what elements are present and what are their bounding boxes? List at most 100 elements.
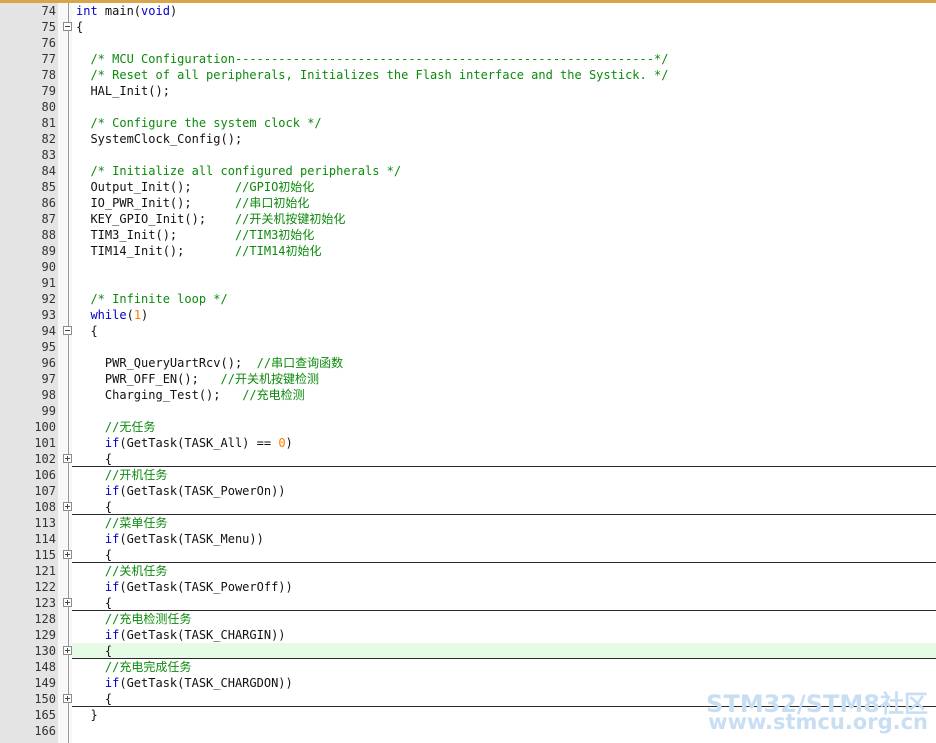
code-line[interactable]: 128 //充电检测任务 [0, 611, 936, 627]
code-line[interactable]: 82 SystemClock_Config(); [0, 131, 936, 147]
code-comment: //TIM3初始化 [234, 228, 315, 242]
code-token: ( [126, 308, 134, 322]
code-line[interactable]: 148 //充电完成任务 [0, 659, 936, 675]
code-line[interactable]: 113 //菜单任务 [0, 515, 936, 531]
code-line[interactable]: 121 //关机任务 [0, 563, 936, 579]
code-line[interactable]: 76 [0, 35, 936, 51]
code-line[interactable]: 100 //无任务 [0, 419, 936, 435]
code-line[interactable]: 86 IO_PWR_Init(); //串口初始化 [0, 195, 936, 211]
code-keyword: if [104, 628, 120, 642]
code-line[interactable]: 96 PWR_QueryUartRcv(); //串口查询函数 [0, 355, 936, 371]
code-line[interactable]: 88 TIM3_Init(); //TIM3初始化 [0, 227, 936, 243]
code-line[interactable]: 85 Output_Init(); //GPIO初始化 [0, 179, 936, 195]
code-text: SystemClock_Config(); [76, 131, 242, 147]
fold-expand-icon[interactable] [63, 454, 72, 463]
line-number: 99 [41, 404, 56, 418]
code-keyword: if [104, 436, 120, 450]
code-line[interactable]: 84 /* Initialize all configured peripher… [0, 163, 936, 179]
fold-expand-icon[interactable] [63, 550, 72, 559]
line-number: 75 [41, 20, 56, 34]
fold-collapse-icon[interactable] [63, 22, 72, 31]
code-token: main( [97, 4, 142, 18]
code-comment: //串口初始化 [234, 196, 310, 210]
code-line[interactable]: 89 TIM14_Init(); //TIM14初始化 [0, 243, 936, 259]
fold-collapse-icon[interactable] [63, 326, 72, 335]
code-keyword: while [90, 308, 127, 322]
code-line[interactable]: 99 [0, 403, 936, 419]
code-keyword: if [104, 580, 120, 594]
code-line[interactable]: 102 { [0, 451, 936, 467]
code-line[interactable]: 79 HAL_Init(); [0, 83, 936, 99]
code-text: { [76, 691, 112, 707]
code-line[interactable]: 107 if(GetTask(TASK_PowerOn)) [0, 483, 936, 499]
code-line[interactable]: 115 { [0, 547, 936, 563]
code-comment: //开关机按键初始化 [234, 212, 346, 226]
code-text: { [76, 323, 97, 339]
code-token: { [104, 692, 113, 706]
code-text: int main(void) [76, 3, 177, 19]
fold-expand-icon[interactable] [63, 502, 72, 511]
code-line[interactable]: 80 [0, 99, 936, 115]
code-comment: //充电检测任务 [104, 612, 192, 626]
code-line[interactable]: 97 PWR_OFF_EN(); //开关机按键检测 [0, 371, 936, 387]
code-line[interactable]: 123 { [0, 595, 936, 611]
code-line[interactable]: 94 { [0, 323, 936, 339]
code-line[interactable]: 122 if(GetTask(TASK_PowerOff)) [0, 579, 936, 595]
code-line[interactable]: 91 [0, 275, 936, 291]
code-text: /* Reset of all peripherals, Initializes… [76, 67, 668, 83]
line-number: 113 [34, 516, 56, 530]
code-line[interactable]: 106 //开机任务 [0, 467, 936, 483]
code-line[interactable]: 101 if(GetTask(TASK_All) == 0) [0, 435, 936, 451]
code-text: KEY_GPIO_Init(); //开关机按键初始化 [76, 211, 345, 227]
code-keyword: if [104, 484, 120, 498]
code-text: //菜单任务 [76, 515, 167, 531]
line-number: 149 [34, 676, 56, 690]
code-line[interactable]: 98 Charging_Test(); //充电检测 [0, 387, 936, 403]
code-editor[interactable]: 74 int main(void) 75{76 77 /* MCU Configura… [0, 0, 936, 743]
line-number: 148 [34, 660, 56, 674]
line-number: 83 [41, 148, 56, 162]
code-line[interactable]: 92 /* Infinite loop */ [0, 291, 936, 307]
code-line[interactable]: 108 { [0, 499, 936, 515]
fold-expand-icon[interactable] [63, 598, 72, 607]
code-keyword: void [141, 4, 170, 18]
code-token: HAL_Init(); [90, 84, 170, 98]
code-line[interactable]: 129 if(GetTask(TASK_CHARGIN)) [0, 627, 936, 643]
code-line[interactable]: 93 while(1) [0, 307, 936, 323]
code-text: while(1) [76, 307, 148, 323]
code-line[interactable]: 75 { [0, 19, 936, 35]
code-token: { [104, 548, 113, 562]
code-text: { [76, 643, 112, 659]
code-line[interactable]: 87 KEY_GPIO_Init(); //开关机按键初始化 [0, 211, 936, 227]
code-line[interactable]: 81 /* Configure the system clock */ [0, 115, 936, 131]
fold-expand-icon[interactable] [63, 646, 72, 655]
code-line[interactable]: 78 /* Reset of all peripherals, Initiali… [0, 67, 936, 83]
code-line[interactable]: 130 { [0, 643, 936, 659]
code-line[interactable]: 95 [0, 339, 936, 355]
fold-expand-icon[interactable] [63, 694, 72, 703]
line-number: 128 [34, 612, 56, 626]
code-line[interactable]: 74 int main(void) [0, 3, 936, 19]
line-number: 129 [34, 628, 56, 642]
line-number: 95 [41, 340, 56, 354]
code-line[interactable]: 77 /* MCU Configuration-----------------… [0, 51, 936, 67]
line-number: 101 [34, 436, 56, 450]
code-comment: /* Initialize all configured peripherals… [90, 164, 402, 178]
line-number: 91 [41, 276, 56, 290]
code-text: PWR_QueryUartRcv(); //串口查询函数 [76, 355, 343, 371]
code-line[interactable]: 83 [0, 147, 936, 163]
code-line[interactable]: 114 if(GetTask(TASK_Menu)) [0, 531, 936, 547]
code-line[interactable]: 90 [0, 259, 936, 275]
code-comment: //串口查询函数 [256, 356, 344, 370]
